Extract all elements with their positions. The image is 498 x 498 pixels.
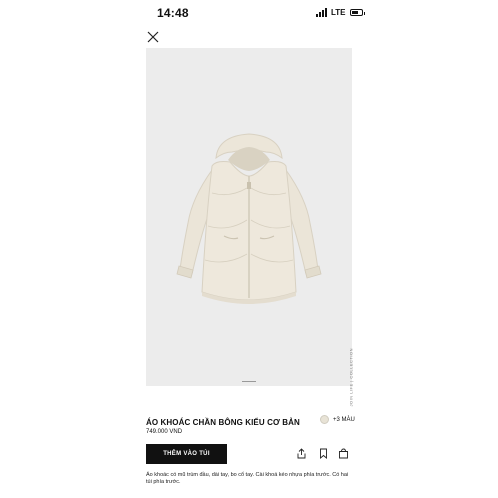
battery-fill: [351, 11, 358, 14]
status-time: 14:48: [157, 6, 189, 20]
color-swatch[interactable]: [320, 415, 329, 424]
image-pagination-indicator: [242, 381, 256, 382]
product-price: 749.000 VND: [146, 429, 183, 435]
more-colors-link[interactable]: +3 MÀU: [333, 417, 355, 423]
share-icon[interactable]: [296, 448, 307, 459]
bookmark-icon[interactable]: [318, 448, 329, 459]
jacket-image: [176, 133, 322, 304]
network-type: LTE: [331, 8, 346, 17]
collection-label: JOIN LIFE | COLLECTION: [348, 348, 353, 407]
add-to-bag-button[interactable]: THÊM VÀO TÚI: [146, 444, 227, 464]
status-icons: LTE: [316, 8, 365, 17]
signal-icon: [316, 8, 327, 17]
status-bar: 14:48 LTE: [0, 0, 498, 28]
battery-icon: [349, 9, 365, 16]
product-title: ÁO KHOÁC CHẦN BÔNG KIỂU CƠ BẢN: [146, 418, 300, 427]
product-image[interactable]: JOIN LIFE | COLLECTION: [146, 48, 353, 407]
shopping-bag-icon[interactable]: [338, 448, 349, 459]
product-description: Áo khoác có mũ trùm đầu, dài tay, bo cổ …: [146, 472, 349, 485]
close-icon[interactable]: [146, 30, 160, 44]
